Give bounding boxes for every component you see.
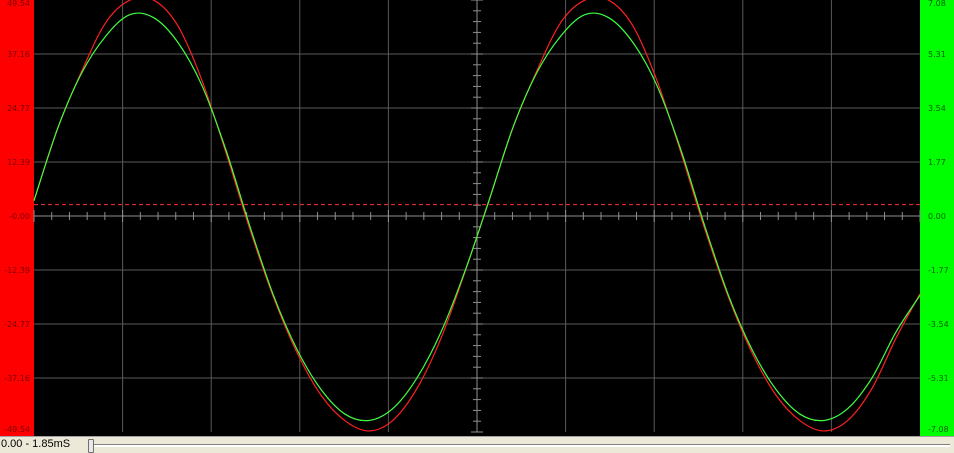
slider-thumb[interactable] xyxy=(88,439,94,453)
left-axis-tick-label: 24.77 xyxy=(7,104,30,113)
left-axis-tick-label: 49.54 xyxy=(7,0,30,8)
right-axis-tick-label: 0.00 xyxy=(928,212,946,221)
left-axis-tick-label: -37.16 xyxy=(4,374,30,383)
left-axis-tick-label: 37.16 xyxy=(7,50,30,59)
left-axis-tick-label: -49.54 xyxy=(4,425,30,434)
right-axis-tick-label: 7.08 xyxy=(928,0,946,8)
time-scroll-slider[interactable] xyxy=(88,439,950,453)
right-axis-tick-label: 3.54 xyxy=(928,104,946,113)
oscilloscope-chart: 49.54 37.16 24.77 12.39 -0.00 -12.39 -24.77 -37… xyxy=(0,0,954,436)
right-axis-tick-label: -5.31 xyxy=(928,374,949,383)
left-axis-tick-label: -12.39 xyxy=(4,266,30,275)
status-bar: 0.00 - 1.85mS xyxy=(0,436,954,453)
right-axis-tick-label: -1.77 xyxy=(928,266,949,275)
time-range-label: 0.00 - 1.85mS xyxy=(1,438,71,450)
right-axis-tick-label: 1.77 xyxy=(928,158,946,167)
slider-track[interactable] xyxy=(88,444,950,447)
right-axis-tick-label: -3.54 xyxy=(928,320,949,329)
left-axis-tick-label: -24.77 xyxy=(4,320,30,329)
left-axis-tick-label: 12.39 xyxy=(7,158,30,167)
right-axis-tick-label: 5.31 xyxy=(928,50,946,59)
right-axis-tick-label: -7.08 xyxy=(928,425,949,434)
left-axis-tick-label: -0.00 xyxy=(9,212,30,221)
